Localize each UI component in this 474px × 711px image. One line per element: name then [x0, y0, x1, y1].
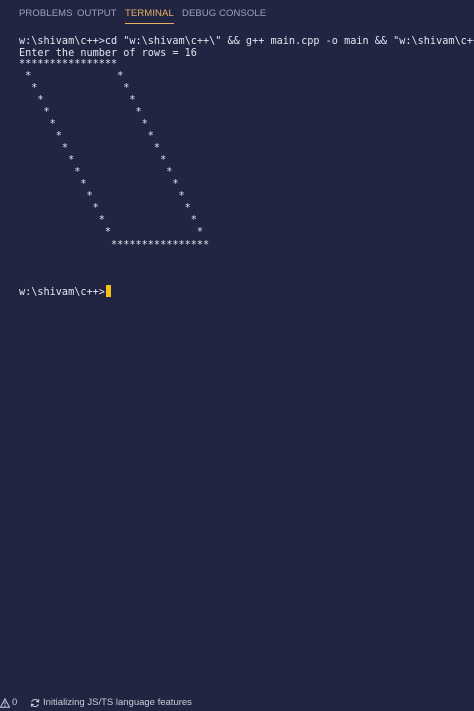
terminal-output-line: * * [19, 155, 167, 166]
status-problems[interactable]: 0 [0, 695, 22, 711]
terminal-output-line: **************** [19, 59, 118, 70]
terminal-output-line: * * [19, 119, 148, 130]
terminal-output-line: * * [19, 191, 185, 202]
terminal-output-line: * * [19, 215, 197, 226]
tab-problems[interactable]: PROBLEMS [19, 8, 73, 20]
terminal-cursor [105, 285, 111, 297]
terminal-output-line: * * [19, 83, 130, 94]
status-language-features[interactable]: Initializing JS/TS language features [30, 695, 200, 711]
terminal-output-line: * * [19, 71, 124, 82]
terminal-output-line: * * [19, 143, 161, 154]
status-bar: 0 Initializing JS/TS language features [0, 695, 474, 711]
terminal-output-line: * * [19, 227, 204, 238]
status-message: Initializing JS/TS language features [43, 697, 192, 708]
terminal-output-line: * * [19, 203, 191, 214]
problems-count: 0 [12, 697, 18, 708]
terminal-command-line: w:\shivam\c++>cd "w:\shivam\c++\" && g++… [19, 36, 474, 47]
terminal-output-line: * * [19, 95, 136, 106]
terminal-output-line: **************** [19, 240, 210, 251]
terminal-output-line: * * [19, 131, 154, 142]
tab-terminal[interactable]: TERMINAL [125, 8, 174, 24]
terminal-output-line: * * [19, 179, 179, 190]
terminal-prompt-line[interactable]: w:\shivam\c++> [19, 285, 111, 299]
terminal-output-line: * * [19, 107, 142, 118]
terminal-output-line: * * [19, 167, 173, 178]
sync-icon [30, 698, 40, 708]
panel-tab-bar: PROBLEMS OUTPUT TERMINAL DEBUG CONSOLE [0, 0, 474, 28]
warning-icon [0, 698, 10, 708]
tab-debug-console[interactable]: DEBUG CONSOLE [182, 8, 266, 20]
terminal-prompt: w:\shivam\c++> [19, 287, 105, 298]
tab-output[interactable]: OUTPUT [77, 8, 117, 20]
terminal-output[interactable]: w:\shivam\c++>cd "w:\shivam\c++\" && g++… [0, 28, 474, 688]
